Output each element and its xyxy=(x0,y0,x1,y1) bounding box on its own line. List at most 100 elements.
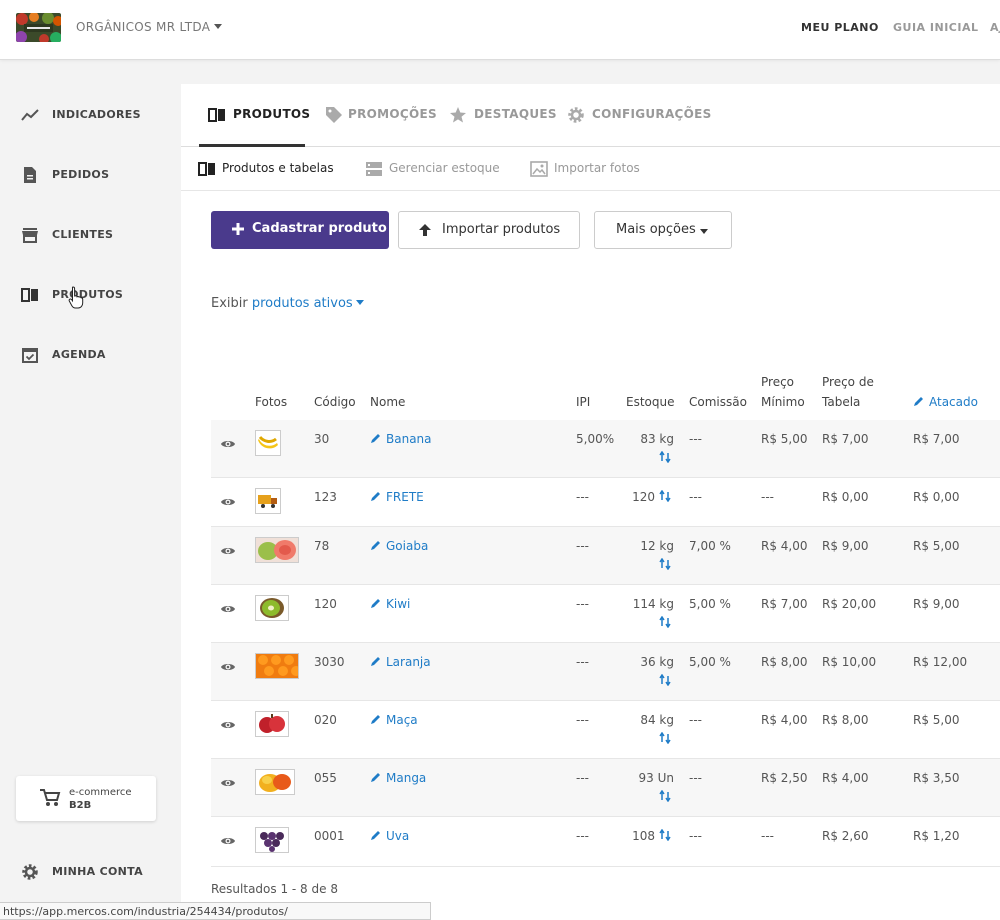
product-table-price: R$ 0,00 xyxy=(822,490,869,504)
caret-down-icon xyxy=(355,300,364,305)
product-name: Maça xyxy=(386,713,418,727)
book-icon xyxy=(208,108,225,122)
eye-icon[interactable] xyxy=(220,775,236,791)
subtab-produtos-e-tabelas[interactable]: Produtos e tabelas xyxy=(198,147,338,191)
swap-arrows-icon[interactable] xyxy=(659,732,671,744)
subtab-gerenciar-estoque[interactable]: Gerenciar estoque xyxy=(365,147,505,191)
eye-icon[interactable] xyxy=(220,659,236,675)
table-row: 120 Kiwi --- 114 kg 5,00 % R$ 7,00 R$ 20,00 R$ … xyxy=(211,585,1000,643)
product-photo[interactable] xyxy=(255,595,289,621)
product-name-link[interactable]: FRETE xyxy=(370,490,424,504)
header-line: Tabela xyxy=(822,395,861,409)
product-min-price: --- xyxy=(761,829,774,843)
ecommerce-b2b-button[interactable]: e-commerce B2B xyxy=(16,776,156,821)
swap-arrows-icon[interactable] xyxy=(659,790,671,802)
table-row: 78 Goiaba --- 12 kg 7,00 % R$ 4,00 R$ 9,00 R$ 5… xyxy=(211,527,1000,585)
filter-value: produtos ativos xyxy=(251,296,353,311)
product-commission: --- xyxy=(689,713,702,727)
main-content: PRODUTOS PROMOÇÕES DESTAQUES CONFIGURAÇÕ… xyxy=(181,84,1000,920)
column-header-code[interactable]: Código xyxy=(314,392,356,412)
swap-arrows-icon[interactable] xyxy=(659,674,671,686)
product-stock: 120 xyxy=(632,490,655,504)
nav-meu-plano[interactable]: MEU PLANO xyxy=(801,21,879,34)
swap-arrows-icon[interactable] xyxy=(659,490,671,502)
importar-produtos-button[interactable]: Importar produtos xyxy=(398,211,580,249)
button-label: Importar produtos xyxy=(442,222,561,237)
product-min-price: --- xyxy=(761,490,774,504)
product-name-link[interactable]: Maça xyxy=(370,713,418,727)
caret-down-icon xyxy=(700,229,708,234)
product-table-price: R$ 7,00 xyxy=(822,432,869,446)
product-name-link[interactable]: Laranja xyxy=(370,655,431,669)
product-min-price: R$ 8,00 xyxy=(761,655,808,669)
column-header-ipi: IPI xyxy=(576,395,591,409)
subtab-importar-fotos[interactable]: Importar fotos xyxy=(530,147,650,191)
product-table-price: R$ 9,00 xyxy=(822,539,869,553)
nav-guia-inicial[interactable]: GUIA INICIAL xyxy=(893,21,978,34)
tab-destaques[interactable]: DESTAQUES xyxy=(449,84,557,147)
product-name-link[interactable]: Kiwi xyxy=(370,597,410,611)
sidebar-item-agenda[interactable]: AGENDA xyxy=(0,335,181,375)
product-photo[interactable] xyxy=(255,769,295,795)
sidebar-item-indicadores[interactable]: INDICADORES xyxy=(0,95,181,135)
filter-prefix: Exibir xyxy=(211,296,248,311)
product-min-price: R$ 7,00 xyxy=(761,597,808,611)
product-photo[interactable] xyxy=(255,653,299,679)
product-name-link[interactable]: Goiaba xyxy=(370,539,428,553)
product-photo[interactable] xyxy=(255,711,289,737)
product-table-price: R$ 2,60 xyxy=(822,829,869,843)
tab-produtos[interactable]: PRODUTOS xyxy=(199,84,310,147)
column-header-wholesale[interactable]: Atacado xyxy=(913,392,978,412)
server-icon xyxy=(366,162,382,176)
tab-configuracoes[interactable]: CONFIGURAÇÕES xyxy=(567,84,711,147)
pencil-icon xyxy=(371,657,380,666)
mais-opcoes-button[interactable]: Mais opções xyxy=(594,211,732,249)
sidebar-item-label: AGENDA xyxy=(52,348,106,361)
table-row: 30 Banana 5,00% 83 kg --- R$ 5,00 R$ 7,00 R$ 7,… xyxy=(211,420,1000,478)
sidebar-item-clientes[interactable]: CLIENTES xyxy=(0,215,181,255)
company-selector[interactable]: ORGÂNICOS MR LTDA xyxy=(76,20,223,34)
product-photo[interactable] xyxy=(255,430,281,456)
gear-icon xyxy=(22,864,38,880)
product-code: 78 xyxy=(314,539,330,553)
eye-icon[interactable] xyxy=(220,601,236,617)
sidebar-item-pedidos[interactable]: PEDIDOS xyxy=(0,155,181,195)
company-logo[interactable] xyxy=(16,13,61,42)
product-name: Uva xyxy=(386,829,410,843)
column-header-stock[interactable]: Estoque xyxy=(626,392,675,412)
column-header-name[interactable]: Nome xyxy=(370,392,405,412)
eye-icon[interactable] xyxy=(220,833,236,849)
filter-dropdown[interactable]: produtos ativos xyxy=(252,296,364,311)
sidebar-item-produtos[interactable]: PRODUTOS xyxy=(0,275,181,315)
gear-icon xyxy=(568,107,584,123)
eye-icon[interactable] xyxy=(220,436,236,452)
product-photo[interactable] xyxy=(255,488,281,514)
eye-icon[interactable] xyxy=(220,494,236,510)
product-name-link[interactable]: Uva xyxy=(370,829,409,843)
product-photo[interactable] xyxy=(255,537,299,563)
eye-icon[interactable] xyxy=(220,543,236,559)
product-ipi: --- xyxy=(576,490,589,504)
swap-arrows-icon[interactable] xyxy=(659,616,671,628)
document-icon xyxy=(24,167,36,183)
product-filter: Exibir produtos ativos xyxy=(211,296,364,311)
tab-promocoes[interactable]: PROMOÇÕES xyxy=(325,84,437,147)
product-name: Kiwi xyxy=(386,597,411,611)
browser-status-url: https://app.mercos.com/industria/254434/… xyxy=(0,902,431,920)
table-row: 3030 Laranja --- 36 kg 5,00 % R$ 8,00 R$ 10,00… xyxy=(211,643,1000,701)
eye-icon[interactable] xyxy=(220,717,236,733)
sidebar-item-minha-conta[interactable]: MINHA CONTA xyxy=(0,852,181,892)
swap-arrows-icon[interactable] xyxy=(659,829,671,841)
nav-ajuda[interactable]: AJUDA xyxy=(990,21,1000,34)
swap-arrows-icon[interactable] xyxy=(659,558,671,570)
cadastrar-produto-button[interactable]: Cadastrar produto xyxy=(211,211,389,249)
product-code: 120 xyxy=(314,597,337,611)
product-name-link[interactable]: Manga xyxy=(370,771,426,785)
product-name: Manga xyxy=(386,771,427,785)
product-wholesale-price: R$ 9,00 xyxy=(913,597,960,611)
product-name-link[interactable]: Banana xyxy=(370,432,432,446)
product-photo[interactable] xyxy=(255,827,289,853)
swap-arrows-icon[interactable] xyxy=(659,451,671,463)
product-ipi: --- xyxy=(576,771,589,785)
subtab-label: Gerenciar estoque xyxy=(389,161,500,175)
